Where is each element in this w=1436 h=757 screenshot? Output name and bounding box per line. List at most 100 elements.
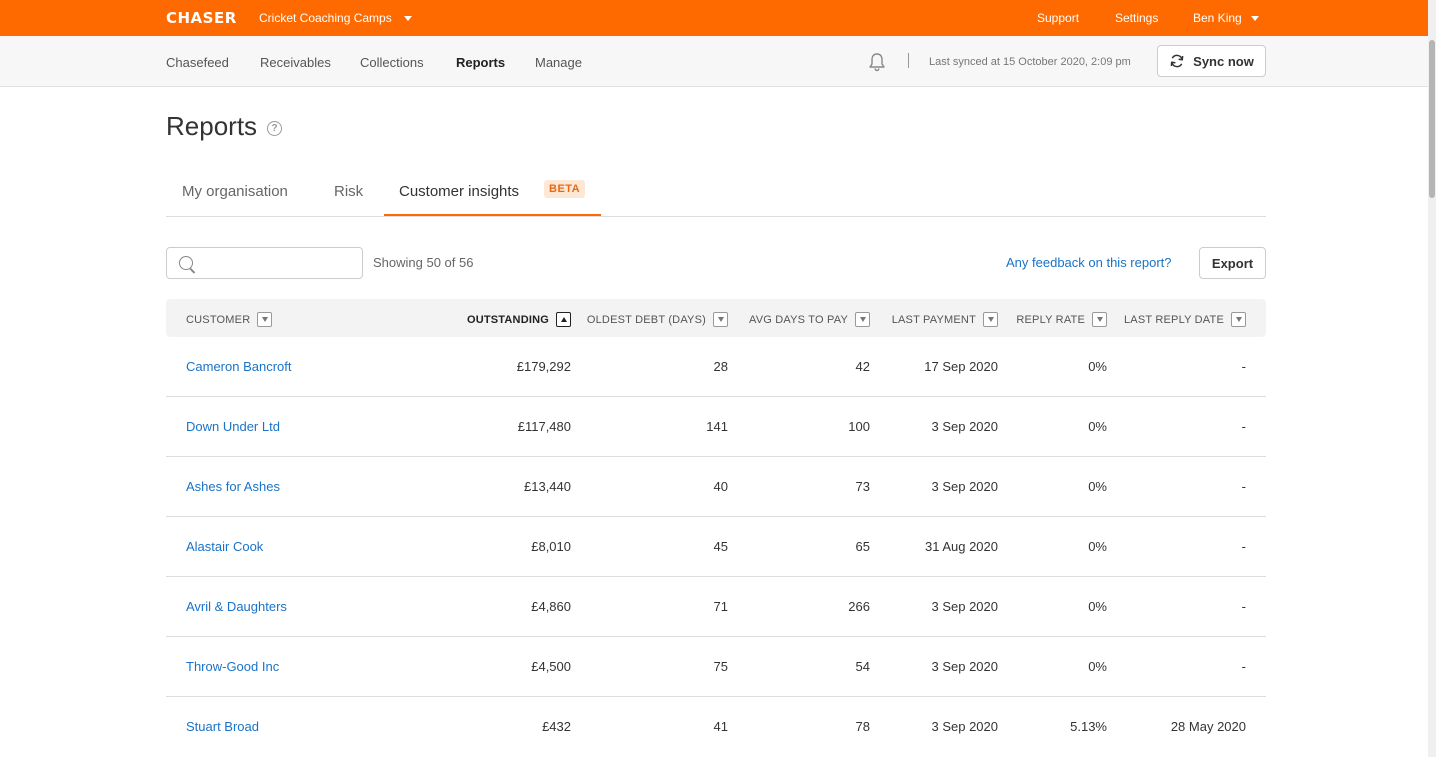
table-row: Ashes for Ashes £13,440 40 73 3 Sep 2020… [166, 457, 1266, 517]
bell-icon[interactable] [868, 52, 886, 72]
nav-item-collections[interactable]: Collections [360, 55, 424, 70]
chaser-logo[interactable]: CHASER [166, 9, 237, 27]
page-scrollbar[interactable] [1428, 0, 1436, 757]
sync-now-button[interactable]: Sync now [1157, 45, 1266, 77]
oldest-debt-value: 141 [706, 419, 728, 434]
customer-name-link[interactable]: Throw-Good Inc [186, 659, 279, 674]
sync-now-label: Sync now [1193, 53, 1254, 69]
table-row: Down Under Ltd £117,480 141 100 3 Sep 20… [166, 397, 1266, 457]
avg-days-to-pay-value: 78 [855, 719, 870, 734]
last-reply-date-value: - [1241, 359, 1246, 374]
customer-name-link[interactable]: Ashes for Ashes [186, 479, 280, 494]
table-row: Throw-Good Inc £4,500 75 54 3 Sep 2020 0… [166, 637, 1266, 697]
support-link[interactable]: Support [1037, 11, 1079, 25]
column-label: OUTSTANDING [466, 313, 549, 326]
last-reply-date-value: - [1241, 479, 1246, 494]
report-tabs: My organisation Risk Customer insights B… [166, 165, 1266, 217]
nav-item-chasefeed[interactable]: Chasefeed [166, 55, 229, 70]
last-payment-value: 3 Sep 2020 [931, 599, 998, 614]
nav-item-receivables[interactable]: Receivables [260, 55, 331, 70]
chevron-down-icon [403, 15, 412, 21]
last-payment-value: 31 Aug 2020 [924, 539, 998, 554]
sort-dropdown-icon[interactable] [1231, 312, 1246, 327]
tab-customer-insights[interactable]: Customer insights [399, 183, 519, 200]
avg-days-to-pay-value: 42 [855, 359, 870, 374]
last-reply-date-value: - [1241, 659, 1246, 674]
outstanding-value: £13,440 [524, 479, 571, 494]
table-row: Avril & Daughters £4,860 71 266 3 Sep 20… [166, 577, 1266, 637]
main-nav: Chasefeed Receivables Collections Report… [0, 36, 1428, 87]
refresh-icon [1170, 54, 1184, 68]
oldest-debt-value: 40 [713, 479, 728, 494]
user-name: Ben King [1193, 11, 1242, 25]
organisation-switcher[interactable]: Cricket Coaching Camps [259, 11, 412, 25]
last-payment-value: 3 Sep 2020 [931, 479, 998, 494]
last-payment-value: 3 Sep 2020 [931, 419, 998, 434]
column-header-last-payment[interactable]: LAST PAYMENT [892, 312, 998, 327]
organisation-name: Cricket Coaching Camps [259, 11, 392, 25]
avg-days-to-pay-value: 100 [848, 419, 870, 434]
feedback-link[interactable]: Any feedback on this report? [1006, 255, 1172, 270]
sort-dropdown-icon[interactable] [983, 312, 998, 327]
column-label: LAST PAYMENT [891, 313, 976, 326]
last-synced-text: Last synced at 15 October 2020, 2:09 pm [929, 56, 1131, 68]
outstanding-value: £8,010 [531, 539, 571, 554]
column-label: CUSTOMER [186, 313, 251, 326]
column-header-outstanding[interactable]: OUTSTANDING [467, 312, 571, 327]
column-header-reply-rate[interactable]: REPLY RATE [1016, 312, 1107, 327]
table-row: Stuart Broad £432 41 78 3 Sep 2020 5.13%… [166, 697, 1266, 757]
nav-item-manage[interactable]: Manage [535, 55, 582, 70]
sort-dropdown-icon[interactable] [713, 312, 728, 327]
customer-name-link[interactable]: Alastair Cook [186, 539, 263, 554]
last-reply-date-value: - [1241, 599, 1246, 614]
outstanding-value: £179,292 [516, 359, 571, 374]
chevron-down-icon [1250, 15, 1259, 21]
top-bar: CHASER Cricket Coaching Camps Support Se… [0, 0, 1428, 36]
last-reply-date-value: 28 May 2020 [1170, 719, 1246, 734]
export-button[interactable]: Export [1199, 247, 1266, 279]
outstanding-value: £4,860 [531, 599, 571, 614]
table-row: Cameron Bancroft £179,292 28 42 17 Sep 2… [166, 337, 1266, 397]
column-label: OLDEST DEBT (DAYS) [586, 313, 706, 326]
customer-name-link[interactable]: Cameron Bancroft [186, 359, 292, 374]
tab-risk[interactable]: Risk [334, 183, 363, 200]
column-label: LAST REPLY DATE [1123, 313, 1224, 326]
outstanding-value: £4,500 [531, 659, 571, 674]
tab-my-organisation[interactable]: My organisation [182, 183, 288, 200]
sort-ascending-icon[interactable] [556, 312, 571, 327]
sort-dropdown-icon[interactable] [855, 312, 870, 327]
customer-name-link[interactable]: Stuart Broad [186, 719, 259, 734]
column-header-customer[interactable]: CUSTOMER [186, 312, 273, 327]
last-payment-value: 3 Sep 2020 [931, 719, 998, 734]
scrollbar-thumb[interactable] [1429, 40, 1435, 198]
sort-dropdown-icon[interactable] [1092, 312, 1107, 327]
oldest-debt-value: 41 [713, 719, 728, 734]
customer-name-link[interactable]: Avril & Daughters [186, 599, 287, 614]
sort-dropdown-icon[interactable] [257, 312, 273, 327]
column-header-avg-days-to-pay[interactable]: AVG DAYS TO PAY [749, 312, 870, 327]
column-header-last-reply-date[interactable]: LAST REPLY DATE [1124, 312, 1246, 327]
avg-days-to-pay-value: 65 [855, 539, 870, 554]
customer-name-link[interactable]: Down Under Ltd [186, 419, 280, 434]
nav-item-reports[interactable]: Reports [456, 55, 505, 70]
customer-search[interactable] [166, 247, 363, 279]
reply-rate-value: 0% [1088, 539, 1107, 554]
last-reply-date-value: - [1241, 419, 1246, 434]
reply-rate-value: 0% [1088, 419, 1107, 434]
avg-days-to-pay-value: 54 [855, 659, 870, 674]
page-title: Reports [166, 111, 258, 141]
table-row: Alastair Cook £8,010 45 65 31 Aug 2020 0… [166, 517, 1266, 577]
outstanding-value: £117,480 [517, 419, 571, 434]
last-payment-value: 3 Sep 2020 [931, 659, 998, 674]
user-menu[interactable]: Ben King [1193, 11, 1259, 25]
column-header-oldest-debt[interactable]: OLDEST DEBT (DAYS) [587, 312, 728, 327]
nav-divider [908, 53, 909, 68]
search-input[interactable] [201, 252, 356, 274]
column-label: REPLY RATE [1016, 313, 1085, 326]
help-icon[interactable]: ? [267, 121, 283, 136]
settings-link[interactable]: Settings [1115, 11, 1158, 25]
beta-badge: BETA [544, 180, 586, 198]
active-tab-underline [384, 214, 601, 216]
reply-rate-value: 0% [1088, 479, 1107, 494]
customer-insights-table: CUSTOMER OUTSTANDING OLDEST DEBT (DAYS) … [166, 299, 1266, 757]
